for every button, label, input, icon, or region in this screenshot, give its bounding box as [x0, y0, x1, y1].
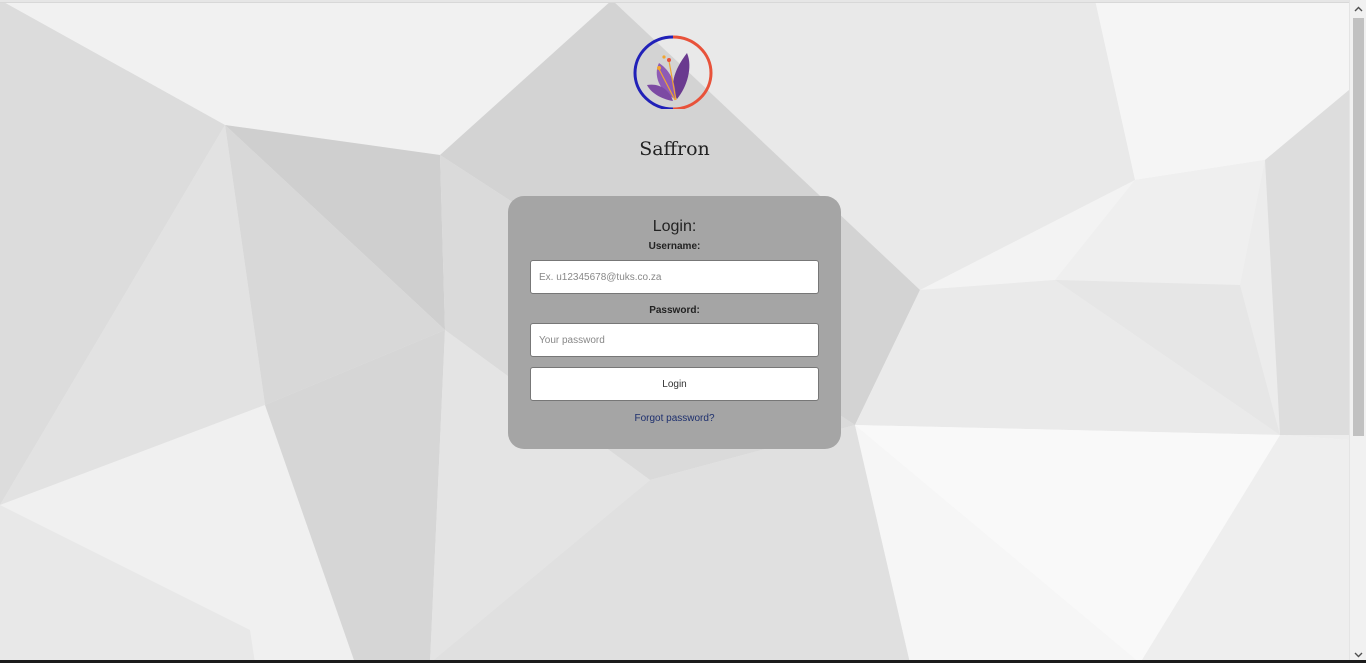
forgot-password-link[interactable]: Forgot password?: [508, 413, 841, 424]
password-input[interactable]: [530, 323, 819, 357]
login-title: Login:: [652, 218, 697, 235]
brand-name: Saffron: [639, 138, 710, 160]
login-button[interactable]: Login: [530, 367, 819, 401]
vertical-scrollbar[interactable]: [1349, 0, 1366, 663]
login-card: Login: Username: Password: Login Forgot …: [508, 196, 841, 449]
username-label: Username:: [648, 241, 701, 252]
password-label: Password:: [649, 305, 700, 316]
chevron-up-icon[interactable]: [1350, 0, 1366, 17]
scrollbar-thumb[interactable]: [1353, 18, 1364, 436]
saffron-flower-icon: [629, 33, 717, 111]
window-top-edge: [0, 0, 1349, 3]
username-input[interactable]: [530, 260, 819, 294]
